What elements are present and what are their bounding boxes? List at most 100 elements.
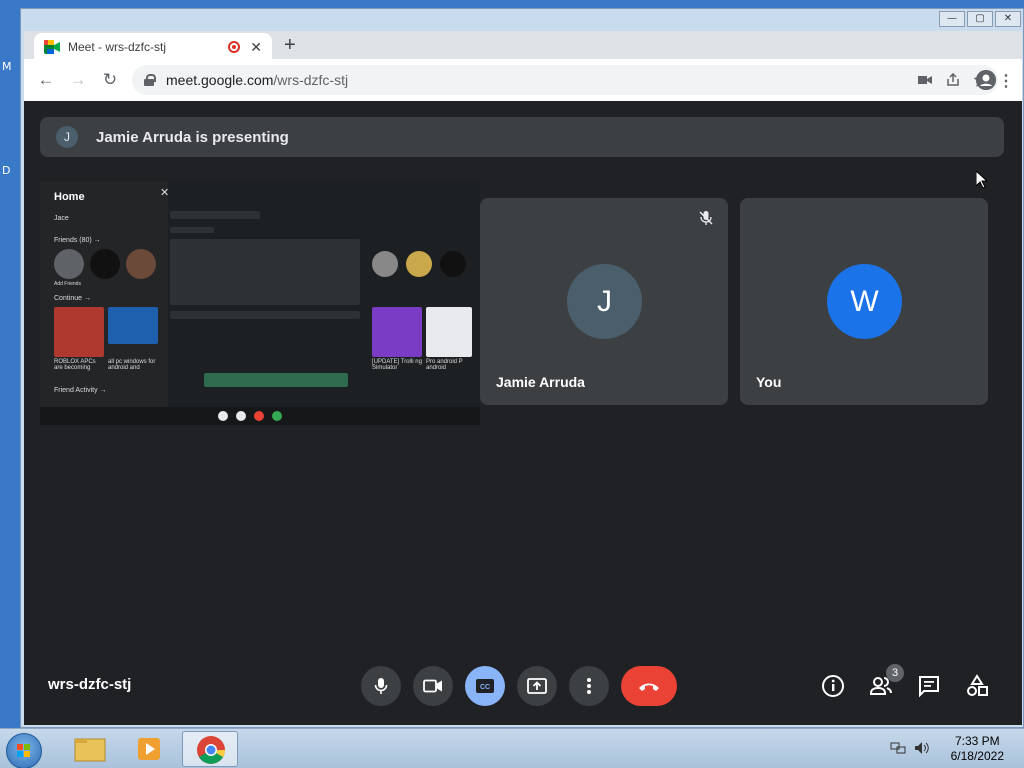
people-icon	[870, 677, 892, 695]
call-controls: CC	[361, 666, 677, 706]
blurred-content	[204, 373, 348, 387]
close-button[interactable]: ✕	[995, 11, 1021, 27]
captions-icon: CC	[476, 679, 494, 693]
mic-off-icon	[699, 211, 713, 225]
friend-avatar	[372, 251, 398, 277]
participant-grid: J Jamie Arruda W You	[480, 198, 988, 405]
volume-icon[interactable]	[914, 741, 930, 755]
participant-tile[interactable]: W You	[740, 198, 988, 405]
system-tray	[890, 741, 930, 755]
start-button[interactable]	[6, 733, 42, 768]
clock-date: 6/18/2022	[950, 749, 1004, 763]
windows-taskbar: 7:33 PM 6/18/2022	[0, 728, 1024, 768]
present-screen-icon	[527, 678, 547, 694]
presentation-close-icon: ✕	[160, 187, 170, 199]
tab-meet[interactable]: Meet - wrs-dzfc-stj ✕	[34, 33, 272, 61]
friend-avatar	[126, 249, 156, 279]
leave-call-button[interactable]	[621, 666, 677, 706]
participant-name: Jamie Arruda	[496, 374, 585, 390]
mic-icon	[374, 678, 388, 694]
clock-time: 7:33 PM	[954, 734, 1000, 748]
presenter-avatar: J	[56, 126, 78, 148]
activities-button[interactable]	[964, 673, 990, 699]
more-options-button[interactable]	[569, 666, 609, 706]
presentation-taskbar	[40, 407, 480, 425]
participant-name: You	[756, 374, 782, 390]
chrome-icon	[197, 736, 225, 764]
add-friends-label: Add Friends	[54, 281, 81, 287]
blurred-content	[170, 227, 214, 233]
game-thumbnail	[426, 307, 472, 357]
add-friend-avatar	[54, 249, 84, 279]
window-controls: — ▢ ✕	[939, 11, 1021, 27]
profile-icon[interactable]	[976, 70, 996, 90]
chat-icon	[919, 676, 939, 698]
blurred-content	[170, 211, 260, 219]
game-title: [UPDATE] Trolli ng Simulator	[372, 359, 422, 371]
media-player-icon	[138, 738, 160, 760]
hang-up-icon	[639, 683, 659, 691]
browser-toolbar: ← → ↻ meet.google.com/wrs-dzfc-stj ⋮	[24, 59, 1022, 101]
game-thumbnail	[54, 307, 104, 357]
presenting-banner: J Jamie Arruda is presenting	[40, 117, 1004, 157]
mic-button[interactable]	[361, 666, 401, 706]
blurred-content	[170, 311, 360, 319]
blurred-content	[170, 239, 360, 305]
people-button[interactable]	[868, 673, 894, 699]
presentation-user: Jace	[54, 215, 69, 222]
recording-icon	[228, 41, 241, 53]
friend-avatar	[440, 251, 466, 277]
camera-icon[interactable]	[918, 74, 932, 86]
tab-strip: Meet - wrs-dzfc-stj ✕ +	[24, 31, 1022, 61]
maximize-button[interactable]: ▢	[967, 11, 993, 27]
participant-avatar: J	[567, 264, 642, 339]
url-host: meet.google.com	[166, 72, 274, 88]
game-title: Pro android P android	[426, 359, 463, 371]
folder-icon	[74, 738, 106, 762]
captions-button[interactable]: CC	[465, 666, 505, 706]
share-icon[interactable]	[946, 73, 960, 87]
meeting-details-button[interactable]	[820, 673, 846, 699]
video-icon	[423, 679, 442, 693]
desktop-label: M	[2, 60, 12, 73]
presenting-text: Jamie Arruda is presenting	[96, 128, 289, 146]
svg-text:CC: CC	[480, 684, 490, 691]
activities-icon	[967, 674, 988, 696]
lock-icon	[144, 74, 156, 86]
present-button[interactable]	[517, 666, 557, 706]
game-title: all pc windows for android and	[108, 359, 156, 371]
tab-close-icon[interactable]: ✕	[250, 39, 262, 56]
meet-content: J Jamie Arruda is presenting Home ✕ Jace…	[24, 101, 1022, 725]
game-thumbnail	[372, 307, 422, 357]
tab-title: Meet - wrs-dzfc-stj	[68, 40, 167, 54]
presentation-friends: Friends (80) →	[54, 237, 101, 244]
menu-button[interactable]: ⋮	[998, 71, 1014, 91]
clock[interactable]: 7:33 PM 6/18/2022	[951, 734, 1004, 764]
mouse-cursor-icon	[976, 171, 988, 189]
file-explorer-button[interactable]	[62, 731, 118, 767]
participant-avatar: W	[827, 264, 902, 339]
presentation-home: Home	[54, 191, 85, 203]
new-tab-button[interactable]: +	[284, 33, 296, 57]
minimize-button[interactable]: —	[939, 11, 965, 27]
chat-button[interactable]	[916, 673, 942, 699]
info-icon	[822, 675, 844, 697]
camera-button[interactable]	[413, 666, 453, 706]
windows-logo-icon	[17, 744, 30, 757]
network-icon[interactable]	[890, 741, 906, 755]
friend-avatar	[406, 251, 432, 277]
address-bar[interactable]: meet.google.com/wrs-dzfc-stj	[132, 65, 998, 95]
more-vert-icon	[587, 678, 591, 694]
media-player-button[interactable]	[122, 731, 178, 767]
game-thumbnail	[108, 307, 158, 344]
friend-avatar	[90, 249, 120, 279]
side-controls	[820, 673, 990, 699]
back-button[interactable]: ←	[30, 70, 62, 90]
presentation-continue: Continue →	[54, 295, 91, 302]
chrome-taskbar-button[interactable]	[182, 731, 238, 767]
reload-button[interactable]: ↻	[94, 70, 126, 90]
forward-button[interactable]: →	[62, 70, 94, 90]
game-title: ROBLOX APCs are becoming	[54, 359, 96, 371]
participant-tile[interactable]: J Jamie Arruda	[480, 198, 728, 405]
presentation-screen[interactable]: Home ✕ Jace Friends (80) → Add Friends C…	[40, 181, 480, 425]
